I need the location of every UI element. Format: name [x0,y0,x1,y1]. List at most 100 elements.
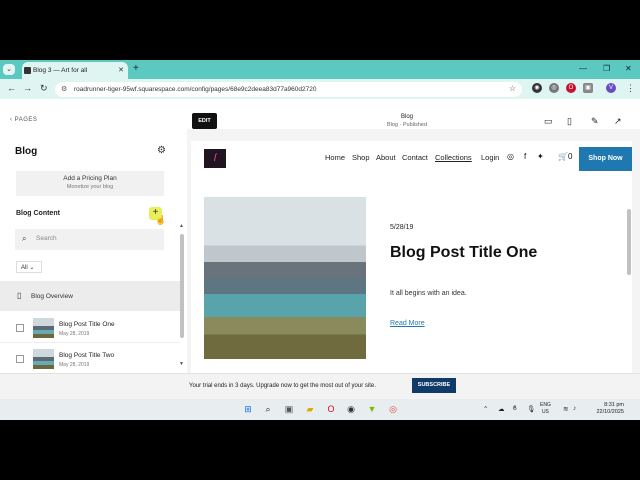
tab-title: Blog 3 — Art for all [33,67,88,74]
post-title[interactable]: Blog Post Title One [390,244,537,262]
bookmark-star-icon[interactable]: ☆ [509,84,516,93]
add-pricing-plan-button[interactable]: Add a Pricing Plan Monetize your blog [16,171,164,196]
browser-tab[interactable]: Blog 3 — Art for all ✕ [22,62,128,79]
profile-avatar[interactable]: V [606,83,616,93]
gear-icon[interactable]: ⚙ [157,145,166,156]
blog-overview-item[interactable]: ▯ Blog Overview [0,281,180,311]
read-more-link[interactable]: Read More [390,320,425,327]
expand-icon[interactable]: ↗ [614,116,622,127]
page-editor: EDIT Blog Blog · Published ▭ ▯ ✎ ↗ ſ Hom… [187,99,640,373]
opera-icon[interactable]: O [325,403,337,415]
site-styles-icon[interactable]: ✎ [591,116,599,127]
restore-icon[interactable]: ❐ [603,64,610,73]
twitter-icon[interactable]: ✦ [537,152,544,161]
browser-menu-icon[interactable]: ⋮ [626,83,635,94]
close-tab-icon[interactable]: ✕ [118,66,124,74]
document-icon: ▯ [17,291,22,300]
extension-icon[interactable]: ◎ [549,83,559,93]
extensions-puzzle-icon[interactable]: ▣ [583,83,593,93]
cart-count: 0 [567,152,573,161]
post-featured-image[interactable] [204,197,366,359]
language-indicator[interactable]: ENG US [540,402,551,416]
app-icon[interactable]: ◉ [345,403,357,415]
close-window-icon[interactable]: ✕ [625,64,632,73]
site-preview: ſ Home Shop About Contact Collections Lo… [191,141,632,373]
nav-shop[interactable]: Shop [352,153,370,162]
trial-message: Your trial ends in 3 days. Upgrade now t… [189,383,376,389]
forward-icon[interactable]: → [23,83,32,93]
scroll-down-arrow[interactable]: ▼ [179,361,184,367]
page-name: Blog [400,114,413,120]
list-item[interactable]: Blog Post Title Two May 28, 2019 [0,344,180,374]
new-tab-icon[interactable]: + [133,63,139,74]
scroll-up-arrow[interactable]: ▲ [179,223,184,229]
list-item[interactable]: Blog Post Title One May 28, 2019 [0,313,180,343]
post-thumbnail [33,349,54,369]
blog-content-heading: Blog Content [16,210,60,217]
cart-icon[interactable]: 🛒0 [558,152,572,161]
post-checkbox[interactable] [16,355,24,363]
search-icon: ⌕ [22,234,27,243]
address-bar[interactable]: ⚙ roadrunner-tiger-95wf.squarespace.com/… [55,82,522,97]
clock[interactable]: 8:31 pm 22/10/2025 [588,402,624,416]
chevron-down-icon: ⌄ [29,265,35,271]
windows-start-icon[interactable]: ⊞ [242,403,254,415]
search-icon[interactable]: ⌕ [262,403,274,415]
post-thumbnail [33,318,54,338]
tray-icon[interactable]: ϐ [513,405,517,412]
reload-icon[interactable]: ↻ [40,83,48,94]
microphone-icon[interactable]: 🎙 [527,405,535,413]
minimize-icon[interactable]: — [579,64,587,73]
post-date: May 28, 2019 [59,362,90,368]
post-checkbox[interactable] [16,324,24,332]
back-to-pages-link[interactable]: ‹ PAGES [10,117,37,123]
tab-favicon-icon [24,67,31,74]
address-toolbar: ← → ↻ ⚙ roadrunner-tiger-95wf.squarespac… [0,79,640,99]
edit-button[interactable]: EDIT [192,113,217,129]
editor-scrollbar[interactable] [627,209,631,275]
wifi-icon[interactable]: ≋ [563,405,568,413]
nav-collections[interactable]: Collections [435,153,472,162]
mouse-cursor-icon: ☝ [155,215,167,225]
facebook-icon[interactable]: f [524,152,526,161]
file-explorer-icon[interactable]: ▰ [304,403,316,415]
subscribe-button[interactable]: SUBSCRIBE [412,378,456,393]
volume-icon[interactable]: ♪ [573,405,576,412]
task-view-icon[interactable]: ▣ [283,403,295,415]
cloud-icon[interactable]: ☁ [498,405,505,413]
tab-search-button[interactable]: ⌄ [3,64,15,75]
nav-contact[interactable]: Contact [402,153,428,162]
lang-line2: US [541,409,549,415]
clock-time: 8:31 pm [604,402,624,408]
opera-extension-icon[interactable]: O [566,83,576,93]
nav-home[interactable]: Home [325,153,345,162]
extension-icon[interactable]: ◉ [532,83,542,93]
chrome-icon[interactable]: ◎ [387,403,399,415]
post-date: May 28, 2019 [59,331,90,337]
desktop-view-icon[interactable]: ▭ [544,116,553,127]
mobile-view-icon[interactable]: ▯ [567,116,572,127]
nav-login[interactable]: Login [481,153,499,162]
filter-label: All [21,265,28,271]
screen: ⌄ Blog 3 — Art for all ✕ + — ❐ ✕ ← → ↻ ⚙… [0,60,640,420]
nav-about[interactable]: About [376,153,396,162]
url-text: roadrunner-tiger-95wf.squarespace.com/co… [74,86,317,93]
chevron-up-icon[interactable]: ⌃ [483,405,488,413]
instagram-icon[interactable]: ◎ [507,152,514,161]
pricing-subtitle: Monetize your blog [66,184,114,190]
site-info-icon[interactable]: ⚙ [61,85,67,93]
shop-now-button[interactable]: Shop Now [579,147,632,171]
pages-link-label: PAGES [14,117,38,123]
windows-taskbar: ⊞ ⌕ ▣ ▰ O ◉ ▼ ◎ ⌃ ☁ ϐ 🎙 ENG US ≋ ♪ 8:31 … [0,399,640,420]
sidebar-title: Blog [15,146,38,157]
pricing-title: Add a Pricing Plan [63,175,117,182]
page-status: Blog · Published [386,122,428,128]
overview-label: Blog Overview [31,293,73,300]
sidebar-scrollbar[interactable] [180,234,184,338]
search-input[interactable]: ⌕ Search [15,229,164,250]
app-icon[interactable]: ▼ [366,403,378,415]
search-placeholder: Search [36,235,57,242]
filter-dropdown[interactable]: All ⌄ [16,261,42,273]
back-icon[interactable]: ← [7,83,16,93]
site-logo[interactable]: ſ [204,149,226,168]
